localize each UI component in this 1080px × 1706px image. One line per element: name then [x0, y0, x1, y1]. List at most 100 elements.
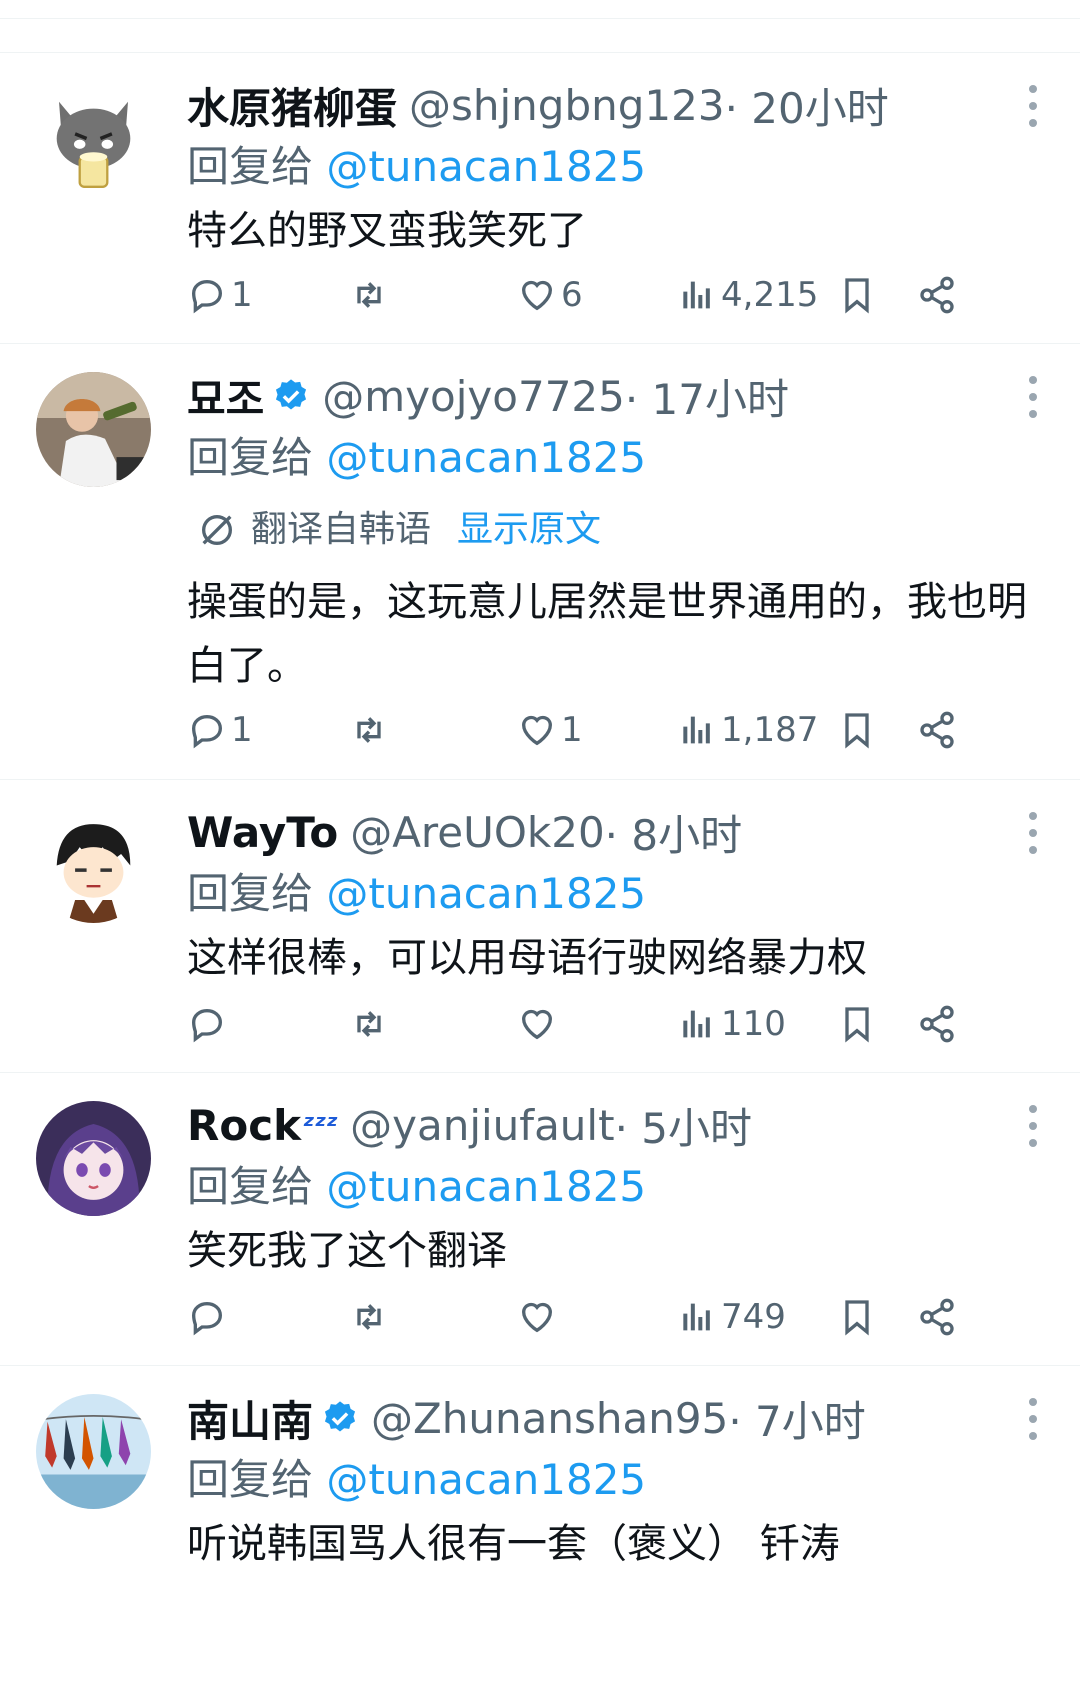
like-count: 6 — [561, 275, 583, 315]
share-icon — [920, 276, 954, 314]
mention-link[interactable]: @tunacan1825 — [326, 1455, 646, 1504]
heart-icon — [521, 280, 553, 311]
reply-icon — [191, 1301, 223, 1336]
anime-boy-avatar-icon — [36, 808, 151, 923]
bookmark-icon — [845, 278, 869, 314]
more-options-icon[interactable] — [1026, 85, 1040, 129]
gray-cat-avatar-icon — [36, 81, 151, 196]
reply-prefix: 回复给 — [187, 433, 327, 482]
bookmark-icon — [845, 713, 869, 749]
reply-to-line: 回复给 @tunacan1825 — [187, 1155, 1040, 1219]
tweet-text: 笑死我了这个翻译 — [187, 1228, 507, 1274]
bookmark-button[interactable] — [837, 1287, 877, 1347]
more-options-icon[interactable] — [1026, 1105, 1040, 1149]
views-chart-icon — [683, 281, 710, 309]
tweet-text: 听说韩国骂人很有一套（褒义） 钎涛 — [187, 1521, 840, 1567]
display-name[interactable]: 묘조 — [187, 366, 264, 427]
bookmark-icon — [845, 1007, 869, 1043]
retweet-icon — [357, 717, 381, 743]
top-divider — [0, 0, 1080, 19]
display-name[interactable]: 南山南 — [187, 1388, 313, 1449]
reply-button[interactable] — [187, 994, 227, 1054]
reply-button[interactable]: 1 — [187, 265, 253, 325]
mention-link[interactable]: @tunacan1825 — [326, 1162, 646, 1211]
verified-badge-icon — [276, 379, 307, 410]
views-button[interactable]: 1,187 — [677, 700, 818, 760]
views-button[interactable]: 4,215 — [677, 265, 818, 325]
retweet-icon — [357, 1011, 381, 1037]
share-button[interactable] — [917, 1287, 957, 1347]
show-original-link[interactable]: 显示原文 — [457, 490, 601, 570]
tweet-reply[interactable]: 묘조 @myojyo7725 · 17小时 回复给 @tunacan1825 翻… — [0, 343, 1080, 779]
tweet-reply[interactable]: WayTo @AreUOk20 · 8小时 回复给 @tunacan1825 这… — [0, 779, 1080, 1072]
tweet-header: 묘조 @myojyo7725 · 17小时 — [187, 366, 1040, 426]
view-count: 749 — [721, 1297, 786, 1337]
display-name[interactable]: WayTo — [187, 808, 338, 857]
share-button[interactable] — [917, 265, 957, 325]
like-button[interactable] — [517, 1287, 557, 1347]
like-count: 1 — [561, 710, 583, 750]
display-name[interactable]: 水原猪柳蛋 — [187, 75, 397, 136]
bookmark-button[interactable] — [837, 265, 877, 325]
tweet-reply[interactable]: 南山南 @Zhunanshan95 · 7小时 回复给 @tunacan1825… — [0, 1365, 1080, 1666]
tweet-text: 这样很棒，可以用母语行驶网络暴力权 — [187, 935, 867, 981]
mention-link[interactable]: @tunacan1825 — [326, 142, 646, 191]
timestamp[interactable]: · 20小时 — [725, 75, 889, 136]
retweet-button[interactable] — [349, 700, 389, 760]
timestamp[interactable]: · 8小时 — [605, 802, 742, 863]
tweet-reply[interactable]: 水原猪柳蛋 @shjngbng123 · 20小时 回复给 @tunacan18… — [0, 52, 1080, 343]
reply-prefix: 回复给 — [187, 142, 327, 191]
view-count: 4,215 — [721, 275, 819, 315]
reply-button[interactable]: 1 — [187, 700, 253, 760]
view-count: 1,187 — [721, 710, 819, 750]
reply-count: 1 — [231, 710, 253, 750]
translate-icon — [202, 515, 232, 545]
bookmark-icon — [845, 1300, 869, 1336]
tweet-reply[interactable]: Rock ᶻᶻᶻ @yanjiufault · 5小时 回复给 @tunacan… — [0, 1072, 1080, 1365]
share-button[interactable] — [917, 994, 957, 1054]
views-button[interactable]: 110 — [677, 994, 786, 1054]
koinobori-avatar-icon — [36, 1394, 151, 1509]
tweet-header: 水原猪柳蛋 @shjngbng123 · 20小时 — [187, 75, 1040, 135]
more-options-icon[interactable] — [1026, 376, 1040, 420]
mention-link[interactable]: @tunacan1825 — [326, 869, 646, 918]
anime-girl-avatar-icon — [36, 1101, 151, 1216]
avatar[interactable] — [36, 81, 151, 196]
like-button[interactable]: 1 — [517, 700, 583, 760]
user-handle[interactable]: @myojyo7725 — [322, 372, 625, 421]
bookmark-button[interactable] — [837, 700, 877, 760]
retweet-button[interactable] — [349, 265, 389, 325]
share-button[interactable] — [917, 700, 957, 760]
user-handle[interactable]: @shjngbng123 — [409, 81, 725, 130]
reply-icon — [191, 279, 223, 314]
like-button[interactable] — [517, 994, 557, 1054]
avatar[interactable] — [36, 372, 151, 487]
reply-button[interactable] — [187, 1287, 227, 1347]
user-handle[interactable]: @Zhunanshan95 — [371, 1394, 728, 1443]
action-bar: 1 1 1,187 — [187, 700, 1040, 760]
timestamp[interactable]: · 17小时 — [625, 366, 789, 427]
heart-icon — [521, 715, 553, 746]
reply-to-line: 回复给 @tunacan1825 — [187, 135, 1040, 199]
bookmark-button[interactable] — [837, 994, 877, 1054]
avatar[interactable] — [36, 1394, 151, 1509]
tweet-header: WayTo @AreUOk20 · 8小时 — [187, 802, 1040, 862]
heart-icon — [521, 1009, 553, 1040]
timestamp[interactable]: · 5小时 — [615, 1095, 752, 1156]
reply-prefix: 回复给 — [187, 1455, 327, 1504]
mention-link[interactable]: @tunacan1825 — [326, 433, 646, 482]
avatar[interactable] — [36, 1101, 151, 1216]
like-button[interactable]: 6 — [517, 265, 583, 325]
retweet-icon — [357, 282, 381, 308]
display-name[interactable]: Rock — [187, 1101, 301, 1150]
avatar[interactable] — [36, 808, 151, 923]
user-handle[interactable]: @AreUOk20 — [350, 808, 604, 857]
user-handle[interactable]: @yanjiufault — [350, 1101, 614, 1150]
more-options-icon[interactable] — [1026, 1398, 1040, 1442]
retweet-button[interactable] — [349, 994, 389, 1054]
timestamp[interactable]: · 7小时 — [728, 1388, 865, 1449]
views-button[interactable]: 749 — [677, 1287, 786, 1347]
more-options-icon[interactable] — [1026, 812, 1040, 856]
retweet-button[interactable] — [349, 1287, 389, 1347]
